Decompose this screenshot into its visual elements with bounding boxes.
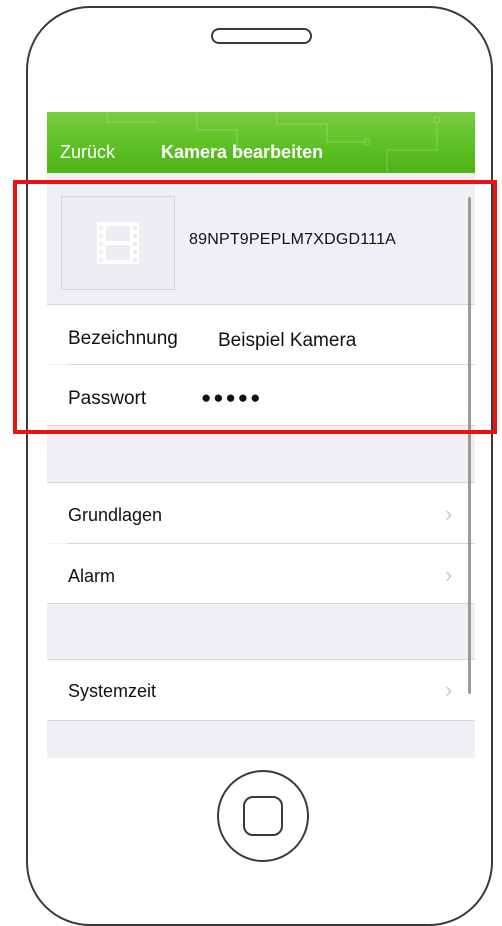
chevron-right-icon: › xyxy=(445,501,453,526)
home-button[interactable] xyxy=(217,770,309,862)
menu-item-label: Grundlagen xyxy=(68,505,163,525)
speaker-slot xyxy=(211,28,312,44)
back-button[interactable]: Zurück xyxy=(60,142,115,163)
divider xyxy=(47,720,475,721)
highlight-frame xyxy=(13,180,497,434)
chevron-right-icon: › xyxy=(445,562,453,587)
home-square-icon xyxy=(243,796,283,836)
menu-item-label: Alarm xyxy=(68,566,116,586)
menu-item-label: Systemzeit xyxy=(68,681,157,701)
chevron-right-icon: › xyxy=(445,677,453,702)
nav-bar: Zurück Kamera bearbeiten xyxy=(47,112,475,173)
page-title: Kamera bearbeiten xyxy=(161,142,324,162)
divider xyxy=(47,603,475,604)
